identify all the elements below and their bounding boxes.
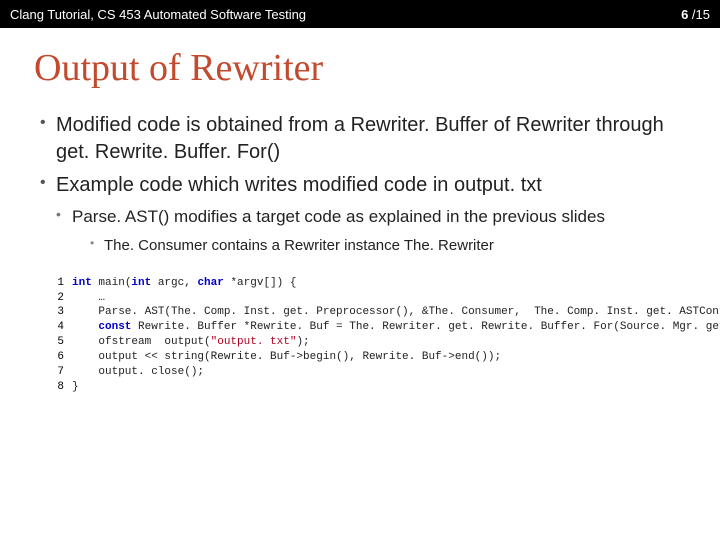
code-line-6: 6 output << string(Rewrite. Buf->begin()… — [48, 350, 698, 365]
code-term: Rewriter — [284, 237, 340, 254]
line-number: 4 — [48, 320, 64, 335]
code-term: output. txt — [454, 174, 542, 196]
page-total: 15 — [696, 7, 710, 22]
line-number: 3 — [48, 305, 64, 320]
code-line-3: 3 Parse. AST(The. Comp. Inst. get. Prepr… — [48, 305, 698, 320]
line-number: 1 — [48, 276, 64, 291]
text: output. close(); — [72, 365, 204, 380]
text: *argv[]) { — [224, 277, 297, 289]
text: instance — [340, 237, 404, 254]
text: Example code which writes modified code … — [56, 174, 454, 196]
kw: int — [131, 277, 151, 289]
kw: char — [197, 277, 223, 289]
code-line-2: 2 … — [48, 291, 698, 306]
text: … — [72, 291, 105, 306]
text: Rewrite. Buffer *Rewrite. Buf = The. Rew… — [131, 321, 720, 333]
code-line-7: 7 output. close(); — [48, 365, 698, 380]
slide-header: Clang Tutorial, CS 453 Automated Softwar… — [0, 0, 720, 28]
text: main( — [92, 277, 132, 289]
text: argc, — [151, 277, 197, 289]
code-block: 1int main(int argc, char *argv[]) { 2 … … — [48, 276, 698, 395]
code-line-8: 8} — [48, 380, 698, 395]
bullet-2: Example code which writes modified code … — [40, 172, 698, 256]
bullet-2-1: Parse. AST() modifies a target code as e… — [56, 205, 698, 256]
text: Modified code is obtained from a — [56, 114, 351, 136]
bullet-1: Modified code is obtained from a Rewrite… — [40, 112, 698, 166]
text: of — [488, 114, 516, 136]
text — [72, 321, 98, 333]
code-term: Parse. AST() — [72, 207, 169, 226]
slide-body: Modified code is obtained from a Rewrite… — [40, 112, 698, 395]
code-term: get. Rewrite. Buffer. For() — [56, 141, 280, 163]
line-number: 7 — [48, 365, 64, 380]
code-term: The. Rewriter — [404, 237, 494, 254]
header-page: 6 /15 — [681, 7, 710, 22]
header-left: Clang Tutorial, CS 453 Automated Softwar… — [10, 7, 306, 22]
text: output << string(Rewrite. Buf->begin(), … — [72, 350, 501, 365]
line-number: 2 — [48, 291, 64, 306]
code-term: Rewriter — [516, 114, 590, 136]
bullet-2-1-1: The. Consumer contains a Rewriter instan… — [90, 235, 698, 256]
text: through — [590, 114, 663, 136]
text: modifies a target code as explained in t… — [169, 207, 605, 226]
code-line-5: 5 ofstream output("output. txt"); — [48, 335, 698, 350]
text: contains a — [207, 237, 284, 254]
line-number: 6 — [48, 350, 64, 365]
code-line-4: 4 const Rewrite. Buffer *Rewrite. Buf = … — [48, 320, 698, 335]
code-line-1: 1 int main(int argc, char *argv[]) { — [48, 276, 698, 291]
string-literal: "output. txt" — [211, 336, 297, 348]
line-number: 8 — [48, 380, 64, 395]
code-term: Rewriter. Buffer — [351, 114, 488, 136]
code-term: The. Consumer — [104, 237, 207, 254]
text: ofstream output( — [72, 336, 211, 348]
text: Parse. AST(The. Comp. Inst. get. Preproc… — [72, 305, 720, 320]
page-sep: / — [688, 7, 695, 22]
text: ); — [296, 336, 309, 348]
kw: int — [72, 277, 92, 289]
slide-title: Output of Rewriter — [34, 46, 720, 90]
kw: const — [98, 321, 131, 333]
line-number: 5 — [48, 335, 64, 350]
text: } — [72, 380, 79, 395]
